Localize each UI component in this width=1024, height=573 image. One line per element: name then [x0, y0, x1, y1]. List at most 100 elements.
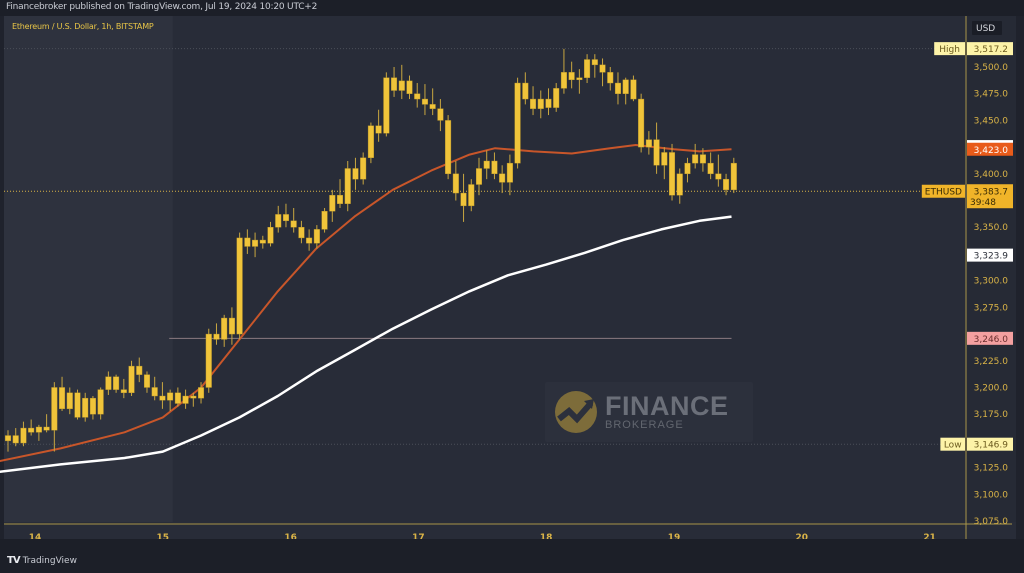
candle-body	[723, 178, 730, 191]
candle-body	[506, 162, 513, 183]
price-tag-high: High	[939, 45, 960, 55]
y-tick-label: 3,275.0	[974, 303, 1009, 313]
candle-body	[74, 392, 81, 418]
y-tick-label: 3,075.0	[974, 517, 1009, 527]
candle-body	[313, 229, 320, 244]
candle-body	[159, 395, 166, 401]
price-label-support: 3,246.0	[974, 335, 1009, 345]
candle-body	[661, 152, 668, 166]
price-label-ema-fast-orange: 3,423.0	[974, 146, 1009, 156]
candle-body	[120, 389, 127, 394]
candle-body	[136, 365, 143, 375]
candle-body	[213, 333, 220, 340]
watermark-title: FINANCE	[605, 391, 729, 421]
y-tick-label: 3,200.0	[974, 383, 1009, 393]
candle-body	[699, 154, 706, 164]
y-tick-label: 3,500.0	[974, 63, 1009, 73]
candle-body	[205, 333, 212, 388]
candle-body	[252, 239, 259, 247]
candle-body	[460, 192, 467, 207]
price-chart[interactable]: 3,075.0 3,100.0 3,125.0 3,175.0 3,200.0 3,225…	[0, 0, 1024, 573]
candle-body	[429, 104, 436, 109]
price-label-current: 3,383.7	[974, 188, 1008, 198]
price-label-high: 3,517.2	[974, 45, 1008, 55]
candle-body	[198, 387, 205, 399]
candle-body	[653, 139, 660, 166]
finance-brokerage-watermark: FINANCE BROKERAGE	[545, 382, 753, 442]
y-tick-label: 3,400.0	[974, 170, 1009, 180]
y-tick-label: 3,225.0	[974, 357, 1009, 367]
price-label-low: 3,146.9	[974, 441, 1009, 451]
candle-body	[645, 139, 652, 148]
candle-body	[167, 392, 174, 401]
candle-body	[59, 387, 66, 410]
candle-body	[730, 162, 737, 191]
candle-body	[715, 173, 722, 180]
finance-brokerage-logo-icon	[555, 391, 597, 433]
candle-body	[591, 59, 598, 66]
candle-body	[360, 157, 367, 180]
candle-body	[337, 194, 344, 204]
candle-body	[82, 397, 89, 418]
candle-body	[614, 82, 621, 94]
candle-body	[692, 154, 699, 164]
y-tick-label: 3,450.0	[974, 116, 1009, 126]
candle-body	[35, 426, 42, 433]
y-tick-label: 3,125.0	[974, 464, 1009, 474]
footer-bar	[0, 539, 1024, 573]
candle-body	[244, 237, 251, 247]
price-label-ema-slow: 3,323.9	[974, 252, 1009, 262]
candle-body	[275, 214, 282, 228]
candle-body	[290, 220, 297, 228]
candle-body	[568, 72, 575, 81]
candle-body	[329, 194, 336, 212]
candle-body	[437, 108, 444, 121]
candle-body	[20, 427, 27, 444]
candle-body	[236, 237, 243, 335]
tradingview-brand[interactable]: TV TradingView	[7, 555, 77, 566]
candle-body	[669, 152, 676, 196]
candle-body	[28, 427, 35, 433]
candle-body	[421, 98, 428, 105]
candle-body	[676, 173, 683, 196]
candle-body	[414, 93, 421, 100]
session-shading	[4, 16, 173, 522]
candle-body	[43, 426, 50, 431]
candle-body	[522, 82, 529, 100]
candle-body	[298, 227, 305, 239]
candle-body	[584, 59, 591, 78]
candle-body	[367, 125, 374, 158]
y-tick-label: 3,300.0	[974, 277, 1009, 287]
candle-body	[483, 160, 490, 169]
candle-body	[530, 98, 537, 109]
y-tick-label: 3,475.0	[974, 90, 1009, 100]
candle-body	[352, 168, 359, 180]
candle-body	[375, 125, 382, 134]
candle-body	[190, 395, 197, 399]
candle-body	[128, 365, 135, 394]
candle-body	[182, 395, 189, 404]
candle-body	[383, 77, 390, 134]
price-tag-ethusd: ETHUSD	[925, 188, 962, 198]
candle-body	[537, 98, 544, 109]
tradingview-logo-icon: TV	[7, 555, 21, 566]
candle-body	[4, 435, 11, 442]
candle-body	[259, 239, 266, 244]
candle-body	[97, 389, 104, 415]
symbol-legend[interactable]: Ethereum / U.S. Dollar, 1h, BITSTAMP	[12, 22, 154, 31]
candle-body	[143, 374, 150, 388]
y-tick-label: 3,350.0	[974, 223, 1009, 233]
candle-body	[321, 211, 328, 230]
candle-body	[514, 82, 521, 164]
candle-body	[599, 64, 606, 73]
candle-body	[151, 387, 158, 397]
candle-body	[560, 72, 567, 89]
candle-body	[452, 173, 459, 194]
candle-body	[174, 392, 181, 404]
candle-body	[51, 387, 58, 431]
y-tick-label: 3,100.0	[974, 490, 1009, 500]
candle-body	[445, 120, 452, 175]
price-tag-low: Low	[944, 441, 962, 451]
candle-body	[89, 397, 96, 415]
candle-body	[622, 79, 629, 94]
